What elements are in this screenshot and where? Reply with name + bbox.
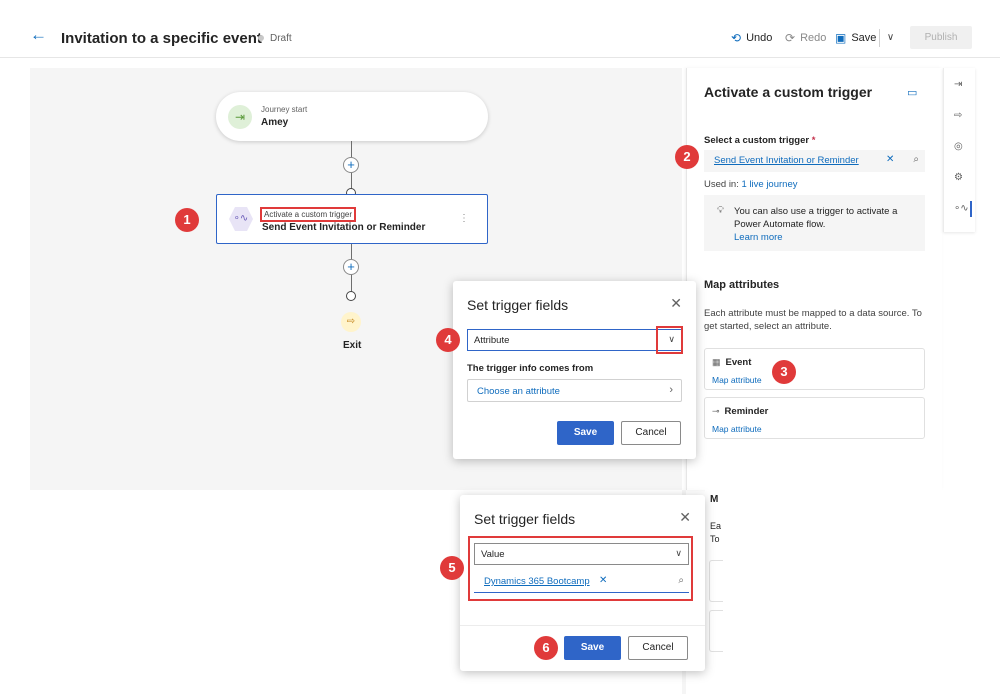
redo-button[interactable]: ⟳ Redo: [785, 31, 826, 45]
peek-card: [709, 610, 723, 652]
search-icon[interactable]: ⌕: [913, 154, 919, 165]
status-badge: Draft: [258, 33, 292, 44]
exit-label: Exit: [343, 340, 362, 351]
custom-trigger-icon: ∘∿: [229, 207, 253, 231]
used-in-text: Used in: 1 live journey: [704, 179, 798, 190]
chevron-right-icon: ›: [669, 384, 673, 396]
exit-icon: ⇨: [341, 312, 361, 332]
goal-icon[interactable]: ◎: [954, 141, 963, 152]
undo-button[interactable]: ⟲ Undo: [731, 31, 772, 45]
dialog-title: Set trigger fields: [474, 511, 576, 527]
add-step-button[interactable]: +: [343, 259, 359, 275]
info-box: 💡︎ You can also use a trigger to activat…: [704, 195, 925, 251]
dialog-title: Set trigger fields: [467, 297, 569, 313]
journey-title: Invitation to a specific event: [61, 30, 262, 47]
learn-more-link[interactable]: Learn more: [734, 232, 783, 243]
close-icon[interactable]: ✕: [670, 295, 682, 312]
remove-tag-icon[interactable]: ✕: [886, 154, 894, 165]
more-options-icon[interactable]: ⋮: [459, 213, 469, 224]
peek-text: Ea: [710, 521, 722, 531]
map-attribute-link[interactable]: Map attribute: [712, 424, 762, 434]
set-trigger-fields-dialog: Set trigger fields ✕ Attribute ∨ The tri…: [453, 281, 696, 459]
step-badge-5: 5: [440, 556, 464, 580]
trigger-node-subtitle: Activate a custom trigger: [260, 207, 357, 222]
step-badge-2: 2: [675, 145, 699, 169]
redo-icon: ⟳: [785, 31, 796, 45]
settings-gear-icon[interactable]: ⚙: [954, 172, 963, 183]
save-button[interactable]: Save: [564, 636, 621, 660]
publish-button[interactable]: Publish: [910, 26, 972, 49]
right-rail: ⇥ ⇨ ◎ ⚙ ∘∿: [943, 68, 975, 232]
save-button[interactable]: ▣ Save: [835, 31, 876, 45]
step-badge-3: 3: [772, 360, 796, 384]
exit-icon[interactable]: ⇨: [954, 110, 962, 121]
map-attribute-link[interactable]: Map attribute: [712, 375, 762, 385]
rail-active-indicator: [970, 201, 972, 217]
trigger-info-label: The trigger info comes from: [467, 363, 594, 374]
add-step-button[interactable]: +: [343, 157, 359, 173]
select-trigger-label: Select a custom trigger *: [704, 135, 816, 146]
toggle-icon: ⊸: [712, 406, 720, 416]
table-icon: ▦: [712, 357, 721, 367]
trigger-properties-panel: Activate a custom trigger ▭ Select a cus…: [686, 68, 942, 490]
back-arrow-icon[interactable]: ←: [30, 26, 47, 43]
save-options-chevron-icon[interactable]: ∨: [879, 29, 901, 47]
save-button[interactable]: Save: [557, 421, 614, 445]
save-icon: ▣: [835, 31, 847, 45]
cancel-button[interactable]: Cancel: [628, 636, 688, 660]
attribute-card-reminder[interactable]: ⊸ Reminder Map attribute: [704, 397, 925, 439]
close-icon[interactable]: ✕: [679, 509, 691, 526]
blank-area: [723, 490, 1000, 694]
step-badge-4: 4: [436, 328, 460, 352]
entry-icon[interactable]: ⇥: [954, 79, 962, 90]
lightbulb-icon: 💡︎: [717, 205, 724, 216]
panel-title: Activate a custom trigger: [704, 84, 873, 100]
trigger-node-name: Send Event Invitation or Reminder: [262, 222, 426, 233]
divider: [460, 625, 705, 626]
attribute-card-event[interactable]: ▦ Event Map attribute: [704, 348, 925, 390]
custom-trigger-node[interactable]: ∘∿ Activate a custom trigger Send Event …: [216, 194, 488, 244]
selected-trigger-tag[interactable]: Send Event Invitation or Reminder: [714, 155, 859, 166]
top-bar: ← Invitation to a specific event Draft ⟲…: [0, 0, 1000, 58]
peek-card: [709, 560, 723, 602]
trigger-lookup-field[interactable]: Send Event Invitation or Reminder ✕ ⌕: [704, 150, 925, 172]
highlight-dropdown-chevron: [656, 326, 683, 354]
highlight-value-fields: [468, 536, 693, 601]
map-attributes-description: Each attribute must be mapped to a data …: [704, 308, 922, 332]
peek-heading: M: [710, 494, 719, 505]
cancel-button[interactable]: Cancel: [621, 421, 681, 445]
step-badge-1: 1: [175, 208, 199, 232]
journey-start-icon: ⇥: [228, 105, 252, 129]
start-node-subtitle: Journey start: [261, 105, 308, 114]
start-node-name: Amey: [261, 117, 289, 128]
step-badge-6: 6: [534, 636, 558, 660]
info-text: You can also use a trigger to activate a…: [734, 206, 898, 230]
choose-attribute-field[interactable]: Choose an attribute ›: [467, 379, 682, 402]
trigger-icon[interactable]: ∘∿: [954, 203, 969, 214]
undo-icon: ⟲: [731, 31, 742, 45]
used-in-link[interactable]: 1 live journey: [742, 179, 798, 190]
collapse-panel-icon[interactable]: ▭: [907, 86, 917, 99]
peek-text: To: [710, 534, 720, 544]
journey-start-node[interactable]: ⇥ Journey start Amey: [216, 92, 488, 141]
map-attributes-heading: Map attributes: [704, 279, 780, 291]
source-type-dropdown[interactable]: Attribute ∨: [467, 329, 682, 351]
connector-node: [346, 291, 356, 301]
